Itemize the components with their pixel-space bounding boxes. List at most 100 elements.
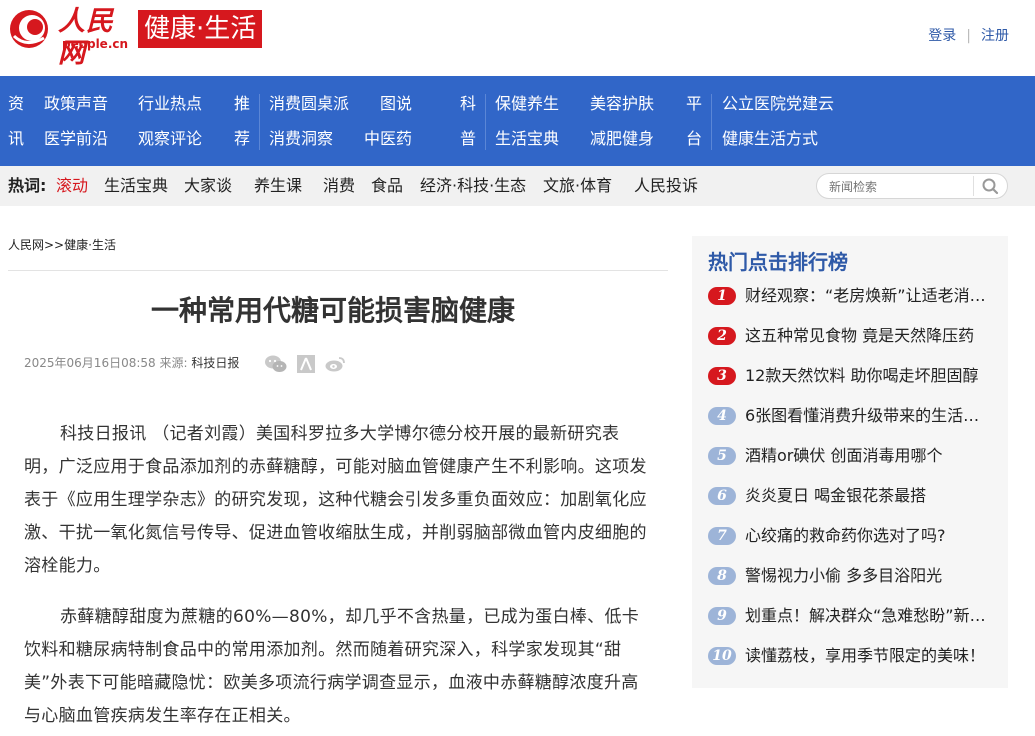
hot-word[interactable]: 文旅·体育 bbox=[543, 176, 612, 196]
article-body: 科技日报讯 （记者刘霞）美国科罗拉多大学博尔德分校开展的最新研究表明，广泛应用于… bbox=[24, 418, 650, 736]
rank-badge: 1 bbox=[708, 287, 736, 305]
register-link[interactable]: 注册 bbox=[981, 25, 1009, 45]
hot-word[interactable]: 经济·科技·生态 bbox=[420, 176, 526, 196]
ranking-link[interactable]: 12款天然饮料 助你喝走坏胆固醇 bbox=[745, 366, 995, 386]
nav-link[interactable]: 生活宝典 bbox=[495, 129, 559, 149]
rank-badge: 10 bbox=[708, 647, 736, 665]
nav-link[interactable]: 中医药 bbox=[364, 129, 412, 149]
hot-word[interactable]: 养生课 bbox=[254, 176, 302, 196]
weibo-icon[interactable] bbox=[324, 354, 346, 374]
nav-link[interactable]: 图说 bbox=[380, 94, 412, 114]
search-button[interactable] bbox=[973, 176, 1005, 196]
site-header: 人民网 people.cn 健康·生活 登录 | 注册 bbox=[0, 0, 1035, 76]
ranking-item[interactable]: 6 炎炎夏日 喝金银花茶最搭 bbox=[708, 486, 1004, 506]
nav-group-recommend: 推 荐 消费圆桌派 图说 消费洞察 中医药 bbox=[234, 76, 460, 166]
account-separator: | bbox=[966, 28, 971, 44]
search-icon bbox=[982, 178, 999, 195]
nav-link[interactable]: 健康生活方式 bbox=[722, 129, 818, 149]
rank-badge: 8 bbox=[708, 567, 736, 585]
main-nav: 资 讯 政策声音 行业热点 医学前沿 观察评论 推 荐 消费圆桌派 图说 消费洞… bbox=[0, 76, 1035, 166]
breadcrumb-home[interactable]: 人民网>> bbox=[8, 238, 64, 252]
people-logo[interactable]: 人民网 people.cn bbox=[8, 6, 130, 69]
ranking-link[interactable]: 这五种常见食物 竟是天然降压药 bbox=[745, 326, 995, 346]
ranking-link[interactable]: 酒精or碘伏 创面消毒用哪个 bbox=[745, 446, 995, 466]
article-paragraph: 赤藓糖醇甜度为蔗糖的60%—80%，却几乎不含热量，已成为蛋白棒、低卡饮料和糖尿… bbox=[24, 607, 640, 726]
nav-category-char: 荐 bbox=[234, 129, 251, 148]
ranking-item[interactable]: 4 6张图看懂消费升级带来的生活… bbox=[708, 406, 1004, 426]
nav-category-char: 讯 bbox=[8, 129, 25, 148]
ranking-item[interactable]: 5 酒精or碘伏 创面消毒用哪个 bbox=[708, 446, 1004, 466]
channel-title[interactable]: 健康·生活 bbox=[138, 10, 263, 48]
nav-category-char: 台 bbox=[686, 129, 703, 148]
logo-domain: people.cn bbox=[62, 37, 129, 51]
hot-word[interactable]: 消费 bbox=[323, 176, 355, 196]
ranking-link[interactable]: 心绞痛的救命药你选对了吗? bbox=[745, 526, 995, 546]
hot-words-label: 热词: bbox=[8, 176, 47, 195]
wechat-icon[interactable] bbox=[264, 354, 288, 374]
article-paragraph: 科技日报讯 （记者刘霞）美国科罗拉多大学博尔德分校开展的最新研究表明，广泛应用于… bbox=[24, 424, 647, 576]
nav-group-news: 资 讯 政策声音 行业热点 医学前沿 观察评论 bbox=[8, 76, 238, 166]
title-divider bbox=[8, 270, 668, 271]
ranking-item[interactable]: 10 读懂荔枝，享用季节限定的美味！ bbox=[708, 646, 1004, 666]
hot-word[interactable]: 人民投诉 bbox=[634, 176, 698, 196]
ranking-item[interactable]: 8 警惕视力小偷 多多目浴阳光 bbox=[708, 566, 1004, 586]
nav-link[interactable]: 观察评论 bbox=[138, 129, 202, 149]
ranking-item[interactable]: 2 这五种常见食物 竟是天然降压药 bbox=[708, 326, 1004, 346]
rank-badge: 9 bbox=[708, 607, 736, 625]
breadcrumb-channel[interactable]: 健康·生活 bbox=[64, 238, 116, 252]
article-date: 2025年06月16日08:58 bbox=[24, 356, 156, 370]
ranking-link[interactable]: 炎炎夏日 喝金银花茶最搭 bbox=[745, 486, 995, 506]
source-label: 来源: bbox=[159, 356, 188, 370]
nav-group-platform: 平 台 公立医院党建云 健康生活方式 bbox=[686, 76, 886, 166]
hot-word[interactable]: 生活宝典 bbox=[104, 176, 168, 196]
hot-word[interactable]: 大家谈 bbox=[184, 176, 232, 196]
login-link[interactable]: 登录 bbox=[928, 25, 956, 45]
ranking-link[interactable]: 财经观察：“老房焕新”让适老消… bbox=[745, 286, 995, 306]
hot-ranking-panel: 热门点击排行榜 1 财经观察：“老房焕新”让适老消… 2 这五种常见食物 竟是天… bbox=[692, 236, 1008, 688]
nav-category-char: 推 bbox=[234, 94, 251, 113]
ranking-item[interactable]: 7 心绞痛的救命药你选对了吗? bbox=[708, 526, 1004, 546]
hot-word[interactable]: 滚动 bbox=[56, 176, 88, 196]
nav-category-char: 资 bbox=[8, 94, 25, 113]
logo-emblem-icon bbox=[10, 10, 48, 48]
ranking-link[interactable]: 读懂荔枝，享用季节限定的美味！ bbox=[745, 646, 995, 666]
nav-link[interactable]: 公立医院党建云 bbox=[722, 94, 834, 114]
rank-badge: 3 bbox=[708, 367, 736, 385]
breadcrumb: 人民网>>健康·生活 bbox=[8, 238, 116, 252]
nav-link[interactable]: 消费圆桌派 bbox=[269, 94, 349, 114]
nav-link[interactable]: 消费洞察 bbox=[269, 129, 333, 149]
rank-badge: 2 bbox=[708, 327, 736, 345]
rank-badge: 6 bbox=[708, 487, 736, 505]
ranking-item[interactable]: 9 划重点！解决群众“急难愁盼”新… bbox=[708, 606, 1004, 626]
rank-badge: 7 bbox=[708, 527, 736, 545]
account-links: 登录 | 注册 bbox=[928, 25, 1009, 45]
hot-ranking-title: 热门点击排行榜 bbox=[708, 250, 848, 274]
nav-group-science: 科 普 保健养生 美容护肤 生活宝典 减肥健身 bbox=[460, 76, 686, 166]
news-search bbox=[816, 173, 1008, 199]
nav-category-char: 科 bbox=[460, 94, 477, 113]
nav-link[interactable]: 行业热点 bbox=[138, 94, 202, 114]
rank-badge: 4 bbox=[708, 407, 736, 425]
article-source[interactable]: 科技日报 bbox=[191, 356, 239, 370]
nav-divider bbox=[711, 94, 712, 150]
ranking-link[interactable]: 划重点！解决群众“急难愁盼”新… bbox=[745, 606, 995, 626]
nav-link[interactable]: 美容护肤 bbox=[590, 94, 654, 114]
nav-category-char: 普 bbox=[460, 129, 477, 148]
nav-link[interactable]: 减肥健身 bbox=[590, 129, 654, 149]
article-meta: 2025年06月16日08:58 来源: 科技日报 bbox=[24, 356, 239, 370]
ranking-item[interactable]: 1 财经观察：“老房焕新”让适老消… bbox=[708, 286, 1004, 306]
ranking-item[interactable]: 3 12款天然饮料 助你喝走坏胆固醇 bbox=[708, 366, 1004, 386]
rank-badge: 5 bbox=[708, 447, 736, 465]
hot-word[interactable]: 食品 bbox=[371, 176, 403, 196]
nav-link[interactable]: 政策声音 bbox=[44, 94, 108, 114]
people-app-icon[interactable] bbox=[296, 354, 316, 374]
nav-divider bbox=[485, 94, 486, 150]
ranking-link[interactable]: 警惕视力小偷 多多目浴阳光 bbox=[745, 566, 995, 586]
article-title: 一种常用代糖可能损害脑健康 bbox=[150, 294, 515, 327]
nav-divider bbox=[259, 94, 260, 150]
ranking-link[interactable]: 6张图看懂消费升级带来的生活… bbox=[745, 406, 995, 426]
nav-category-char: 平 bbox=[686, 94, 703, 113]
nav-link[interactable]: 保健养生 bbox=[495, 94, 559, 114]
search-input[interactable] bbox=[829, 178, 979, 195]
nav-link[interactable]: 医学前沿 bbox=[44, 129, 108, 149]
